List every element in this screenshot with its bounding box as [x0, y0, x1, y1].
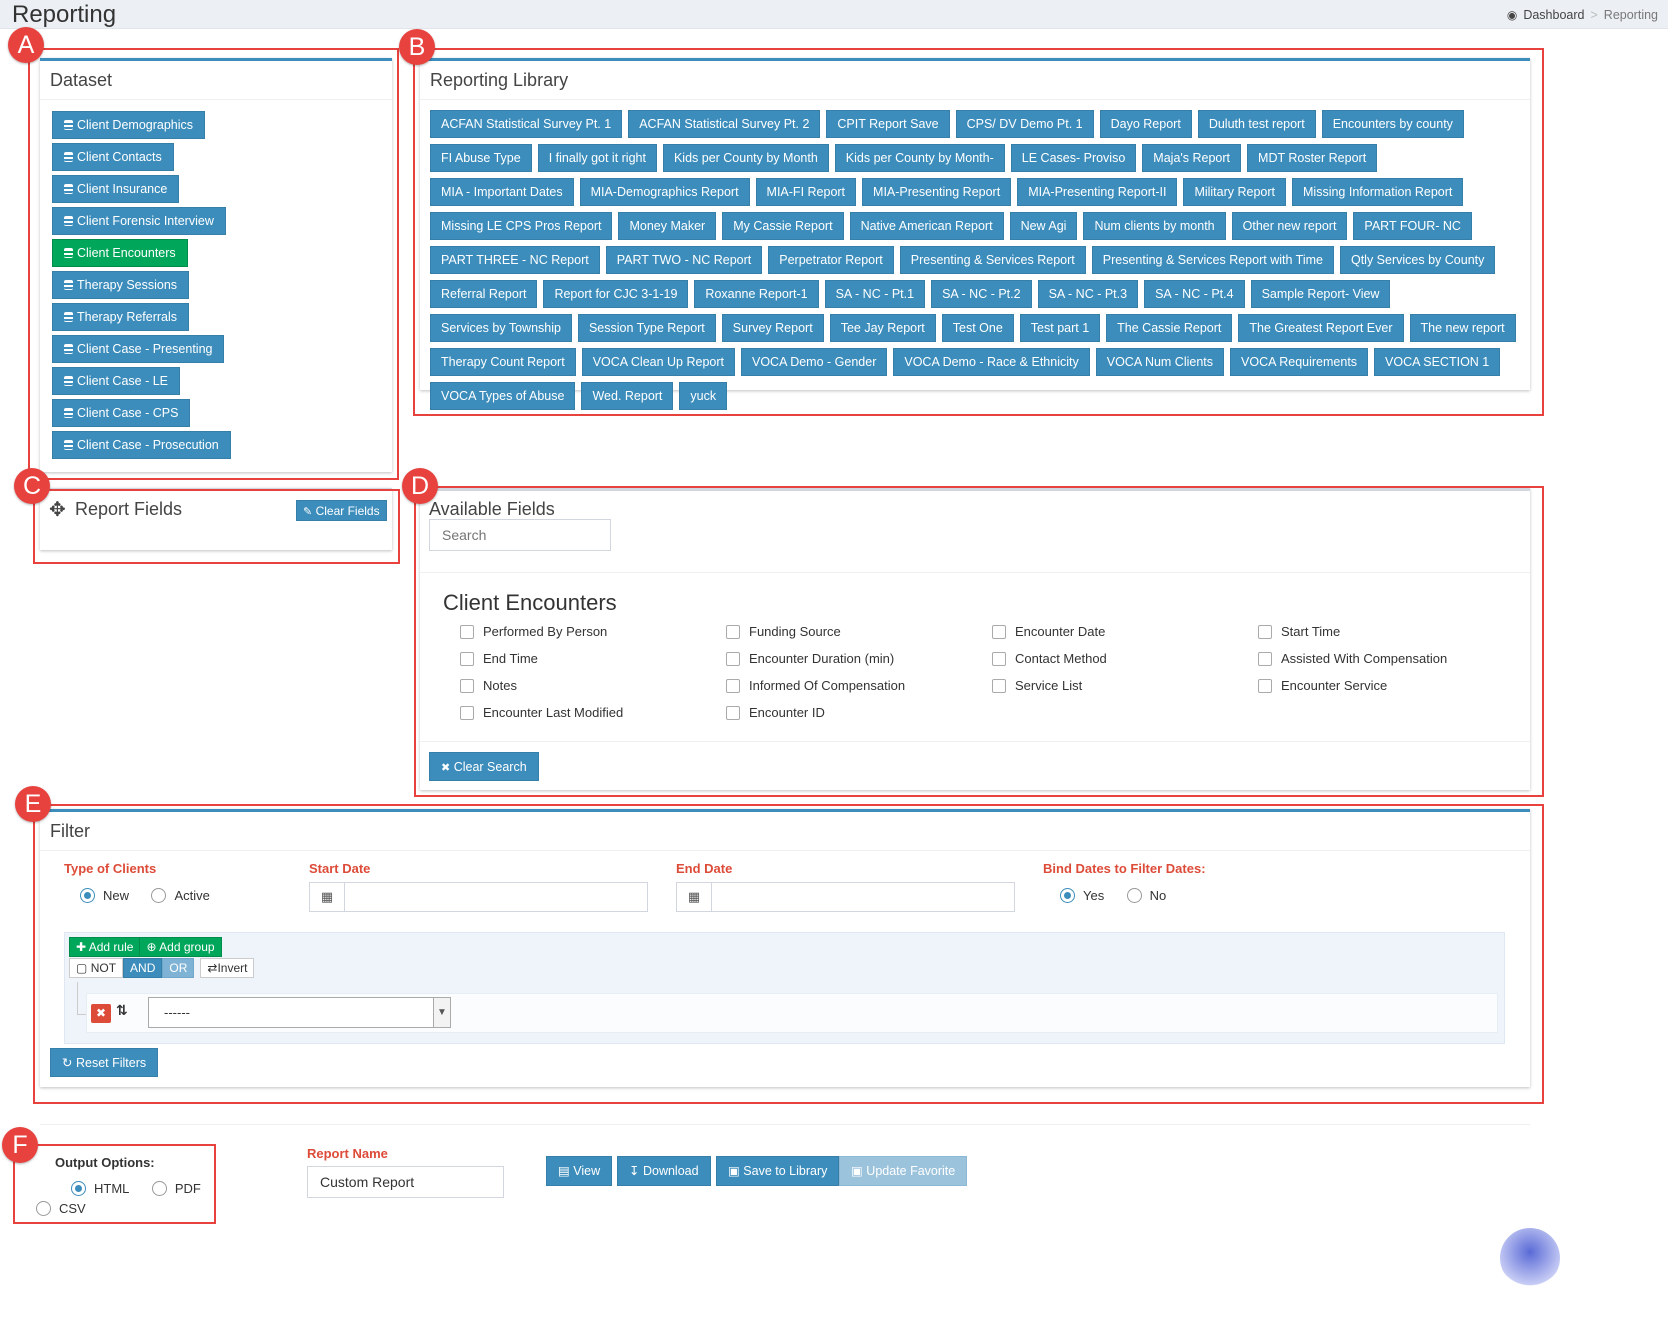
- report-name-input[interactable]: [307, 1166, 504, 1198]
- annotation-box-b: [413, 48, 1544, 416]
- annotation-badge-b: B: [399, 29, 435, 65]
- breadcrumb-separator: >: [1590, 8, 1598, 22]
- breadcrumb: ◉ Dashboard > Reporting: [1507, 8, 1658, 22]
- view-label: View: [573, 1164, 601, 1178]
- save-icon: ▣: [728, 1164, 740, 1178]
- page-title: Reporting: [12, 1, 117, 28]
- dashboard-icon: ◉: [1506, 8, 1518, 22]
- top-bar: [0, 0, 1668, 29]
- annotation-box-e: [33, 804, 1544, 1104]
- download-button[interactable]: ↧ Download: [617, 1156, 711, 1186]
- update-favorite-button[interactable]: ▣ Update Favorite: [839, 1156, 968, 1186]
- update-label: Update Favorite: [866, 1164, 956, 1178]
- save-to-library-button[interactable]: ▣ Save to Library: [716, 1156, 840, 1186]
- breadcrumb-current: Reporting: [1603, 8, 1658, 22]
- annotation-box-a: [28, 48, 399, 480]
- download-label: Download: [642, 1164, 699, 1178]
- annotation-badge-a: A: [8, 27, 44, 63]
- save-label: Save to Library: [743, 1164, 828, 1178]
- annotation-badge-d: D: [402, 468, 438, 504]
- bottom-divider: [40, 1124, 1530, 1125]
- annotation-box-c: [33, 489, 400, 564]
- download-icon: ↧: [629, 1164, 640, 1178]
- annotation-box-d: [414, 486, 1544, 797]
- annotation-box-f: [13, 1144, 216, 1224]
- view-button[interactable]: ▤ View: [546, 1156, 613, 1186]
- annotation-badge-f: F: [2, 1127, 38, 1163]
- breadcrumb-dashboard[interactable]: Dashboard: [1523, 8, 1584, 22]
- report-name-label: Report Name: [307, 1146, 388, 1161]
- annotation-badge-c: C: [14, 468, 50, 504]
- annotation-badge-e: E: [15, 786, 51, 822]
- file-icon: ▤: [558, 1164, 570, 1178]
- save-icon: ▣: [851, 1164, 863, 1178]
- help-bubble[interactable]: [1500, 1228, 1560, 1288]
